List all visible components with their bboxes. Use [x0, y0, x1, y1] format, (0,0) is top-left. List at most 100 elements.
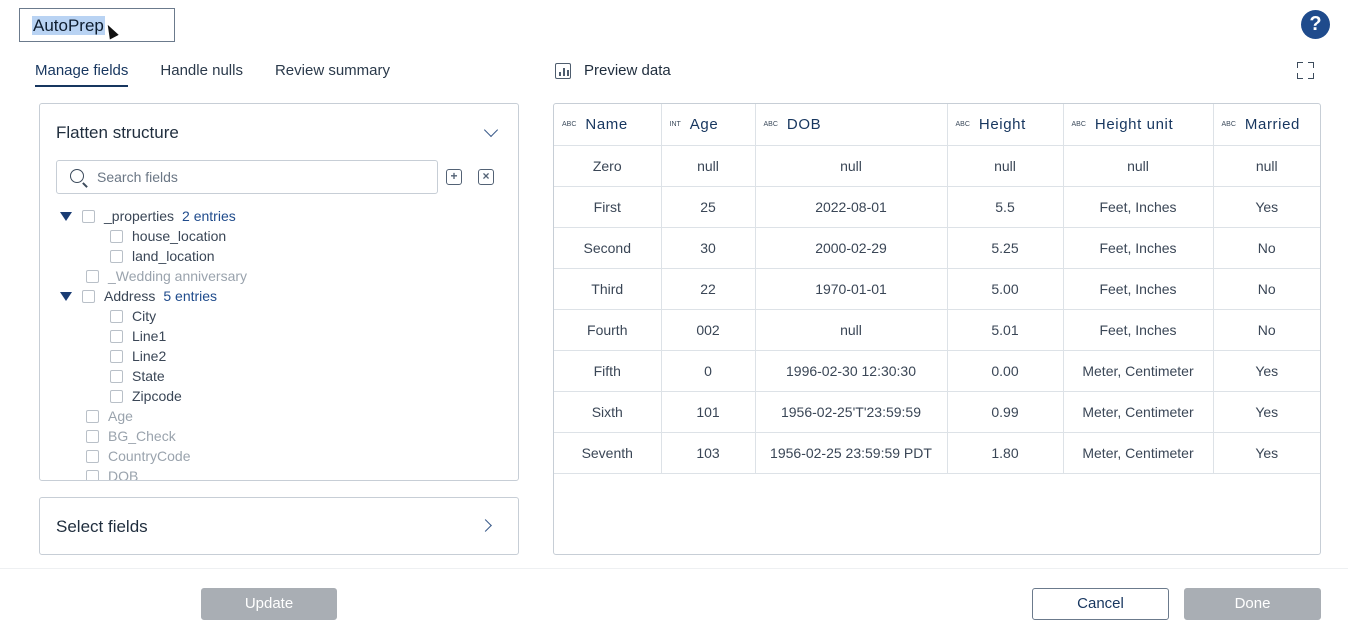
checkbox[interactable] — [110, 229, 123, 243]
column-header-name[interactable]: ABC Name — [554, 104, 662, 146]
table-cell: Meter, Centimeter — [1063, 432, 1214, 474]
expand-triangle-icon[interactable] — [60, 291, 72, 301]
checkbox[interactable] — [110, 349, 123, 363]
tree-item-label: Address — [104, 288, 156, 304]
type-badge: ABC — [763, 120, 778, 128]
tree-item-house-location[interactable]: house_location — [110, 226, 226, 246]
checkbox[interactable] — [110, 249, 123, 263]
table-cell: No — [1213, 309, 1320, 351]
table-row: First 25 2022-08-01 5.5 Feet, Inches Yes — [554, 186, 1320, 228]
tree-item-label: _properties — [104, 208, 175, 224]
table-cell: null — [947, 145, 1064, 187]
table-cell: 5.5 — [947, 186, 1064, 228]
tree-item-address[interactable]: Address 5 entries — [60, 286, 217, 306]
table-cell: 1.80 — [947, 432, 1064, 474]
table-cell: 30 — [661, 227, 756, 269]
column-header-age[interactable]: INT Age — [661, 104, 756, 146]
tree-item-bg-check[interactable]: BG_Check — [86, 426, 176, 446]
table-row: Fifth 0 1996-02-30 12:30:30 0.00 Meter, Cent… — [554, 350, 1320, 392]
checkbox[interactable] — [86, 469, 99, 480]
table-cell: Yes — [1213, 391, 1320, 433]
tab-handle-nulls[interactable]: Handle nulls — [160, 62, 243, 86]
expand-all-icon[interactable]: + — [446, 169, 462, 185]
search-input[interactable] — [97, 167, 417, 187]
preview-title: Preview data — [584, 62, 671, 79]
fullscreen-icon[interactable] — [1297, 62, 1314, 79]
table-cell: Sixth — [554, 391, 662, 433]
tree-item-label: _Wedding anniversary — [108, 268, 248, 284]
table-cell: No — [1213, 268, 1320, 310]
table-cell: Yes — [1213, 350, 1320, 392]
title-text: AutoPrep — [32, 16, 105, 35]
table-cell: 0.00 — [947, 350, 1064, 392]
checkbox[interactable] — [110, 389, 123, 403]
title-input[interactable]: AutoPrep — [19, 8, 175, 42]
tab-bar: Manage fields Handle nulls Review summar… — [35, 62, 422, 87]
tree-item-countrycode[interactable]: CountryCode — [86, 446, 191, 466]
done-button[interactable]: Done — [1184, 588, 1321, 620]
tree-item-label: Zipcode — [132, 388, 182, 404]
table-cell: Meter, Centimeter — [1063, 350, 1214, 392]
table-cell: Fifth — [554, 350, 662, 392]
tree-item-line2[interactable]: Line2 — [110, 346, 166, 366]
column-name: Height — [978, 115, 1026, 133]
tree-item-label: State — [132, 368, 165, 384]
checkbox[interactable] — [86, 449, 99, 463]
column-name: DOB — [786, 115, 822, 133]
tree-item-state[interactable]: State — [110, 366, 165, 386]
checkbox[interactable] — [110, 329, 123, 343]
table-cell: null — [1063, 145, 1214, 187]
table-cell: No — [1213, 227, 1320, 269]
type-badge: ABC — [1071, 120, 1086, 128]
help-icon[interactable]: ? — [1301, 10, 1330, 39]
update-button[interactable]: Update — [201, 588, 337, 620]
select-fields-title: Select fields — [56, 517, 148, 536]
table-cell: Seventh — [554, 432, 662, 474]
bar-chart-icon — [555, 62, 571, 79]
table-cell: 1956-02-25'T'23:59:59 — [755, 391, 948, 433]
tree-item-zipcode[interactable]: Zipcode — [110, 386, 182, 406]
tree-item-dob[interactable]: DOB — [86, 466, 138, 480]
tree-item-line1[interactable]: Line1 — [110, 326, 166, 346]
preview-header: Preview data — [555, 62, 671, 79]
table-cell: Meter, Centimeter — [1063, 391, 1214, 433]
checkbox[interactable] — [86, 409, 99, 423]
cancel-button[interactable]: Cancel — [1032, 588, 1169, 620]
checkbox[interactable] — [86, 269, 99, 283]
column-header-height-unit[interactable]: ABC Height unit — [1063, 104, 1214, 146]
table-cell: 5.01 — [947, 309, 1064, 351]
column-header-married[interactable]: ABC Married — [1213, 104, 1320, 146]
column-header-dob[interactable]: ABC DOB — [755, 104, 948, 146]
tree-item-wedding-anniversary[interactable]: _Wedding anniversary — [86, 266, 247, 286]
tree-item-label: land_location — [132, 248, 215, 264]
tree-item-land-location[interactable]: land_location — [110, 246, 215, 266]
table-cell: 1970-01-01 — [755, 268, 948, 310]
table-cell: 0 — [661, 350, 756, 392]
table-cell: 22 — [661, 268, 756, 310]
tab-review-summary[interactable]: Review summary — [275, 62, 390, 86]
column-header-height[interactable]: ABC Height — [947, 104, 1064, 146]
table-header-row: ABC Name INT Age ABC DOB ABC Height ABC Heigh… — [554, 104, 1320, 146]
tree-item-age[interactable]: Age — [86, 406, 133, 426]
chevron-right-icon[interactable] — [479, 519, 492, 532]
checkbox[interactable] — [86, 429, 99, 443]
tree-item-city[interactable]: City — [110, 306, 156, 326]
tab-manage-fields[interactable]: Manage fields — [35, 62, 129, 87]
tree-item-label: CountryCode — [108, 448, 191, 464]
table-row: Zero null null null null null — [554, 145, 1320, 187]
table-cell: First — [554, 186, 662, 228]
chevron-down-icon[interactable] — [483, 122, 499, 138]
checkbox[interactable] — [82, 289, 95, 303]
table-cell: Feet, Inches — [1063, 186, 1214, 228]
checkbox[interactable] — [110, 369, 123, 383]
expand-triangle-icon[interactable] — [60, 211, 72, 221]
select-fields-panel[interactable]: Select fields — [39, 497, 519, 555]
entries-count: 5 entries — [163, 288, 218, 304]
table-cell: Yes — [1213, 186, 1320, 228]
collapse-all-icon[interactable]: × — [478, 169, 494, 185]
flatten-structure-panel: Flatten structure + × _properties 2 entr… — [39, 103, 519, 481]
tree-item-label: Age — [108, 408, 133, 424]
checkbox[interactable] — [110, 309, 123, 323]
checkbox[interactable] — [82, 209, 95, 223]
tree-item-properties[interactable]: _properties 2 entries — [60, 206, 236, 226]
